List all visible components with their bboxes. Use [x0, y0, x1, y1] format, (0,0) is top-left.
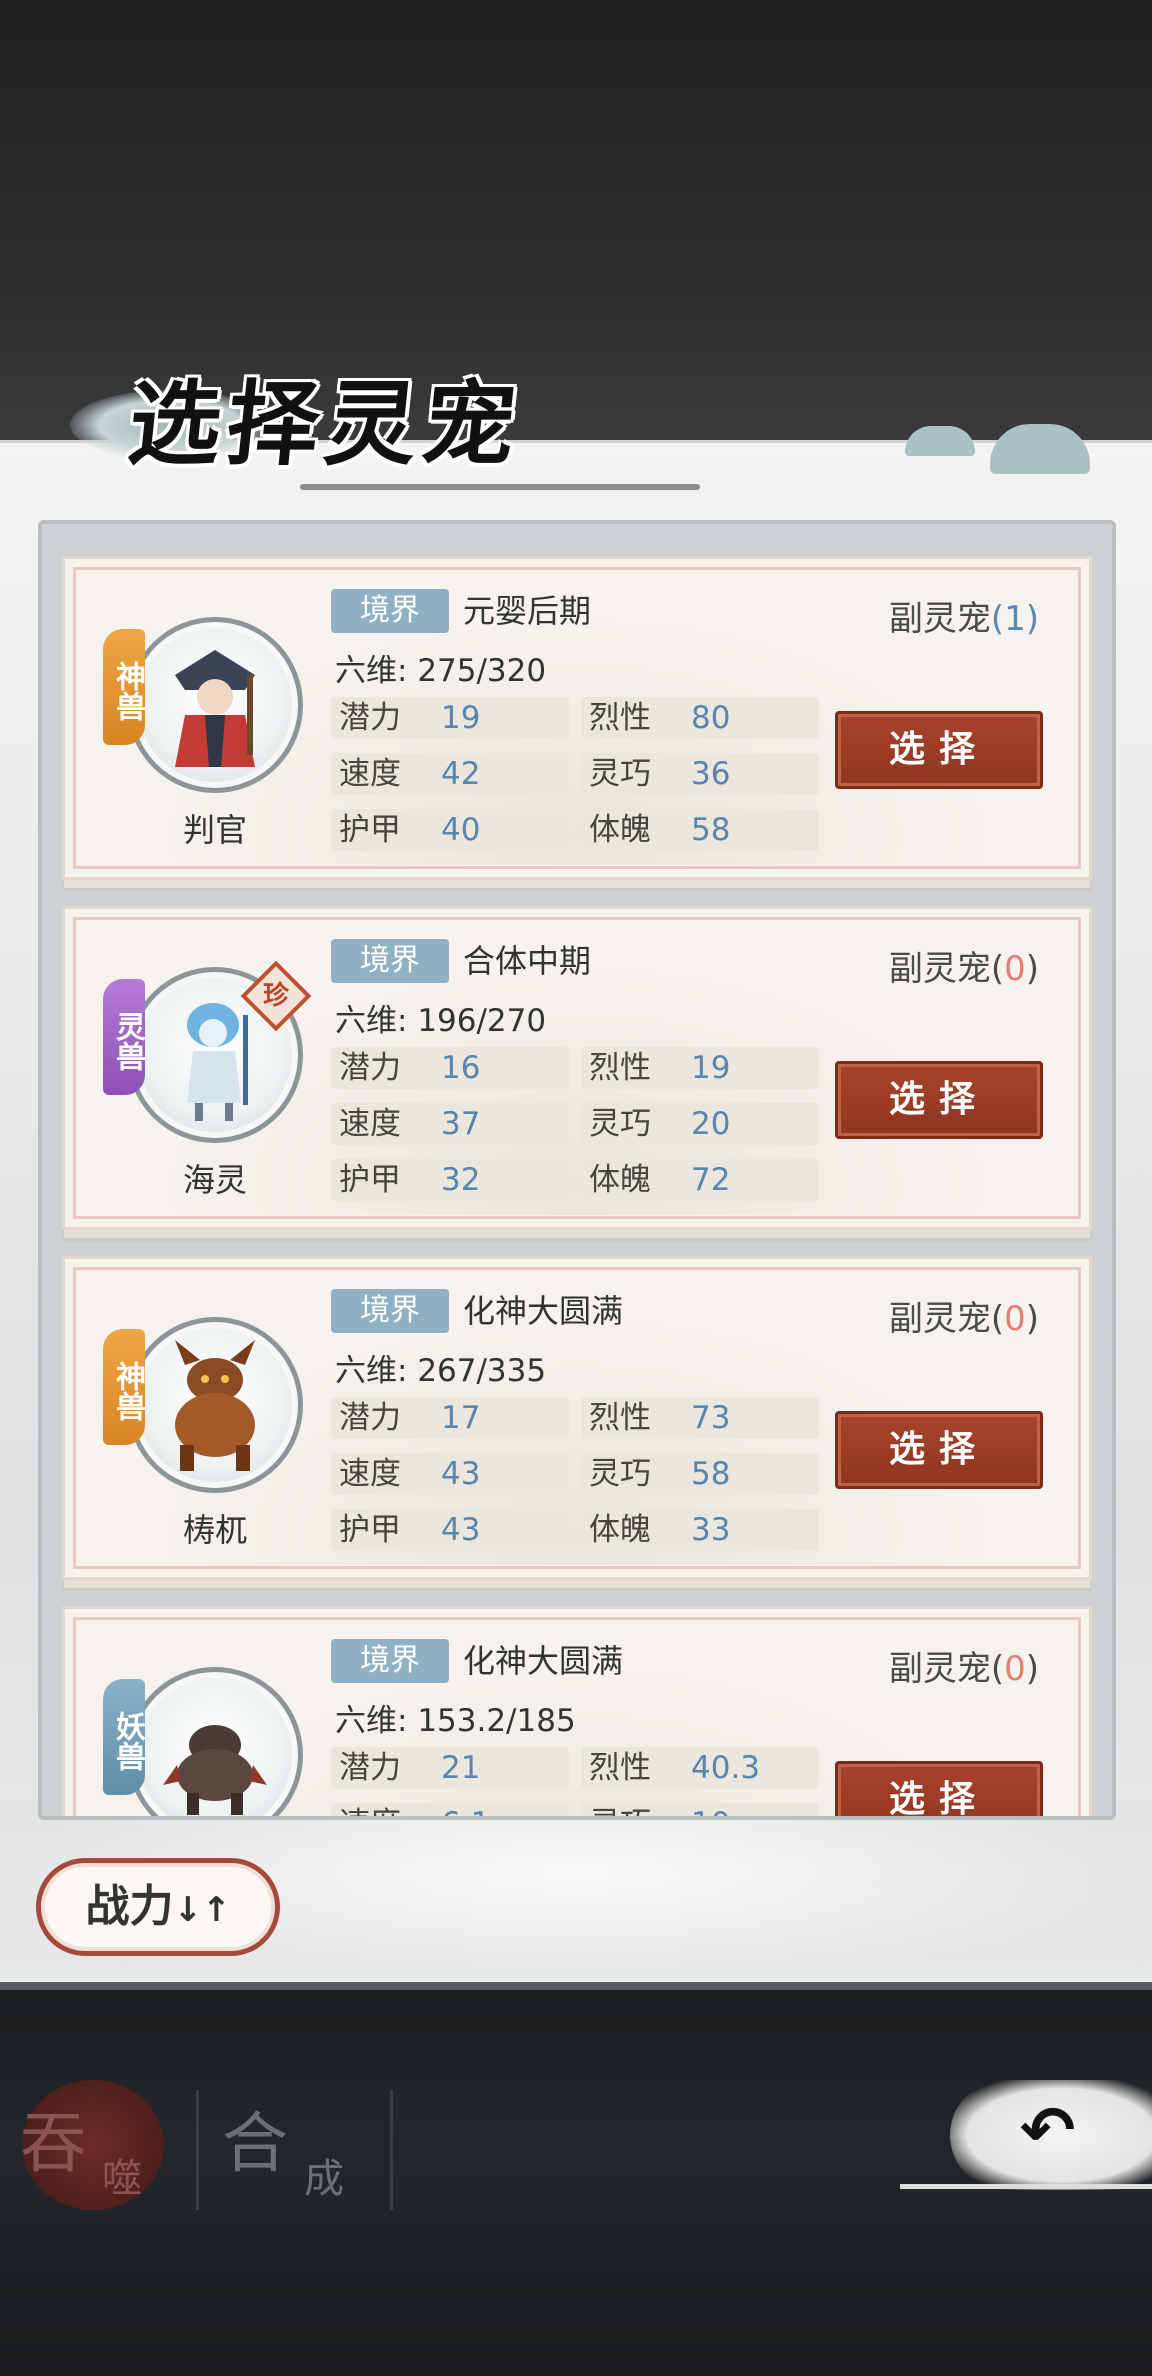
stat-speed: 速度 43 — [331, 1453, 569, 1495]
stat-armor: 护甲 32 — [331, 1159, 569, 1201]
stat-armor: 护甲 40 — [331, 809, 569, 851]
realm-label: 境界 — [331, 939, 449, 983]
pet-type-tag: 妖兽 — [103, 1679, 145, 1795]
realm-label: 境界 — [331, 1639, 449, 1683]
sort-label: 战力 — [85, 1881, 174, 1932]
six-dim-value: 153.2/185 — [417, 1703, 576, 1739]
stat-physique: 体魄 58 — [581, 809, 819, 851]
pet-type-tag: 灵兽 — [103, 979, 145, 1095]
six-dim: 六维: 267/335 — [335, 1353, 547, 1389]
sub-pet-count: 副灵宠(0) — [888, 1299, 1039, 1339]
sub-pet-count: 副灵宠(0) — [888, 1649, 1039, 1689]
pet-card: 神兽 判官 境界 元婴后期 六维: 275/320 副灵宠(1) 潜力 19 烈性… — [62, 556, 1092, 880]
select-button[interactable]: 选择 — [835, 1761, 1043, 1816]
pet-card: 珍 灵兽 海灵 境界 合体中期 六维: 196/270 副灵宠(0) 潜力 16 … — [62, 906, 1092, 1230]
six-dim: 六维: 153.2/185 — [335, 1703, 576, 1739]
realm-value: 合体中期 — [463, 942, 592, 980]
pet-type-tag: 神兽 — [103, 629, 145, 745]
taowu-pet-icon — [175, 1340, 255, 1471]
sub-pet-count: 副灵宠(0) — [888, 949, 1039, 989]
stat-physique: 体魄 33 — [581, 1509, 819, 1551]
stat-temper: 烈性 19 — [581, 1047, 819, 1089]
stat-agility: 灵巧 58 — [581, 1453, 819, 1495]
realm-label: 境界 — [331, 589, 449, 633]
stat-temper: 烈性 80 — [581, 697, 819, 739]
pet-avatar — [127, 617, 303, 793]
six-dim: 六维: 196/270 — [335, 1003, 547, 1039]
pet-name: 海灵 — [182, 1161, 247, 1199]
page-title: 选择灵宠 — [123, 370, 527, 478]
realm-label: 境界 — [331, 1289, 449, 1333]
pet-card: 妖兽 境界 化神大圆满 六维: 153.2/185 副灵宠(0) 潜力 21 烈性… — [62, 1606, 1092, 1816]
pet-name: 判官 — [182, 811, 247, 849]
stat-speed: 速度6.1 — [331, 1803, 569, 1816]
back-line — [900, 2184, 1152, 2189]
stat-potential: 潜力 17 — [331, 1397, 569, 1439]
stat-temper: 烈性 73 — [581, 1397, 819, 1439]
stat-temper: 烈性 40.3 — [581, 1747, 819, 1789]
tab-devour[interactable]: 吞 噬 — [10, 2080, 170, 2210]
realm-value: 元婴后期 — [463, 592, 592, 630]
pet-avatar — [127, 1317, 303, 1493]
demon-beast-pet-icon — [163, 1725, 267, 1815]
tab-synthesize-sub: 成 — [304, 2156, 344, 2202]
select-button[interactable]: 选择 — [835, 1411, 1043, 1489]
pet-type-tag: 神兽 — [103, 1329, 145, 1445]
stat-potential: 潜力 16 — [331, 1047, 569, 1089]
six-dim-value: 267/335 — [417, 1353, 547, 1389]
tab-synthesize[interactable]: 合 成 — [212, 2080, 372, 2210]
stat-potential: 潜力 19 — [331, 697, 569, 739]
judge-pet-icon — [175, 650, 255, 767]
six-dim-value: 275/320 — [417, 653, 547, 689]
tab-devour-sub: 噬 — [102, 2156, 142, 2202]
select-button[interactable]: 选择 — [835, 711, 1043, 789]
stat-agility: 灵巧 36 — [581, 753, 819, 795]
title-underline — [300, 484, 700, 490]
tab-divider — [390, 2090, 393, 2210]
sort-by-power-button[interactable]: 战力↓↑ — [36, 1858, 280, 1956]
cloud-decoration-icon — [905, 426, 975, 456]
pet-list[interactable]: 神兽 判官 境界 元婴后期 六维: 275/320 副灵宠(1) 潜力 19 烈性… — [38, 520, 1116, 1820]
tab-divider — [196, 2090, 199, 2210]
title-area: 选择灵宠 — [70, 350, 570, 478]
realm-value: 化神大圆满 — [463, 1642, 624, 1680]
tab-devour-main: 吞 — [20, 2105, 86, 2182]
stat-speed: 速度 42 — [331, 753, 569, 795]
tab-synthesize-main: 合 — [222, 2105, 288, 2182]
back-arrow-icon: ↶ — [1020, 2092, 1076, 2169]
pet-name: 梼杌 — [182, 1511, 247, 1549]
sub-pet-count: 副灵宠(1) — [888, 599, 1039, 639]
realm-value: 化神大圆满 — [463, 1292, 624, 1330]
stat-armor: 护甲 43 — [331, 1509, 569, 1551]
back-button[interactable]: ↶ — [900, 2070, 1152, 2200]
six-dim: 六维: 275/320 — [335, 653, 547, 689]
sort-arrows-icon: ↓↑ — [173, 1890, 231, 1930]
stat-agility: 灵巧 20 — [581, 1103, 819, 1145]
stat-agility: 灵巧10 — [581, 1803, 819, 1816]
six-dim-value: 196/270 — [417, 1003, 547, 1039]
pet-card: 神兽 梼杌 境界 化神大圆满 六维: 267/335 副灵宠(0) 潜力 17 烈… — [62, 1256, 1092, 1580]
stat-speed: 速度 37 — [331, 1103, 569, 1145]
stat-physique: 体魄 72 — [581, 1159, 819, 1201]
stat-potential: 潜力 21 — [331, 1747, 569, 1789]
select-button[interactable]: 选择 — [835, 1061, 1043, 1139]
